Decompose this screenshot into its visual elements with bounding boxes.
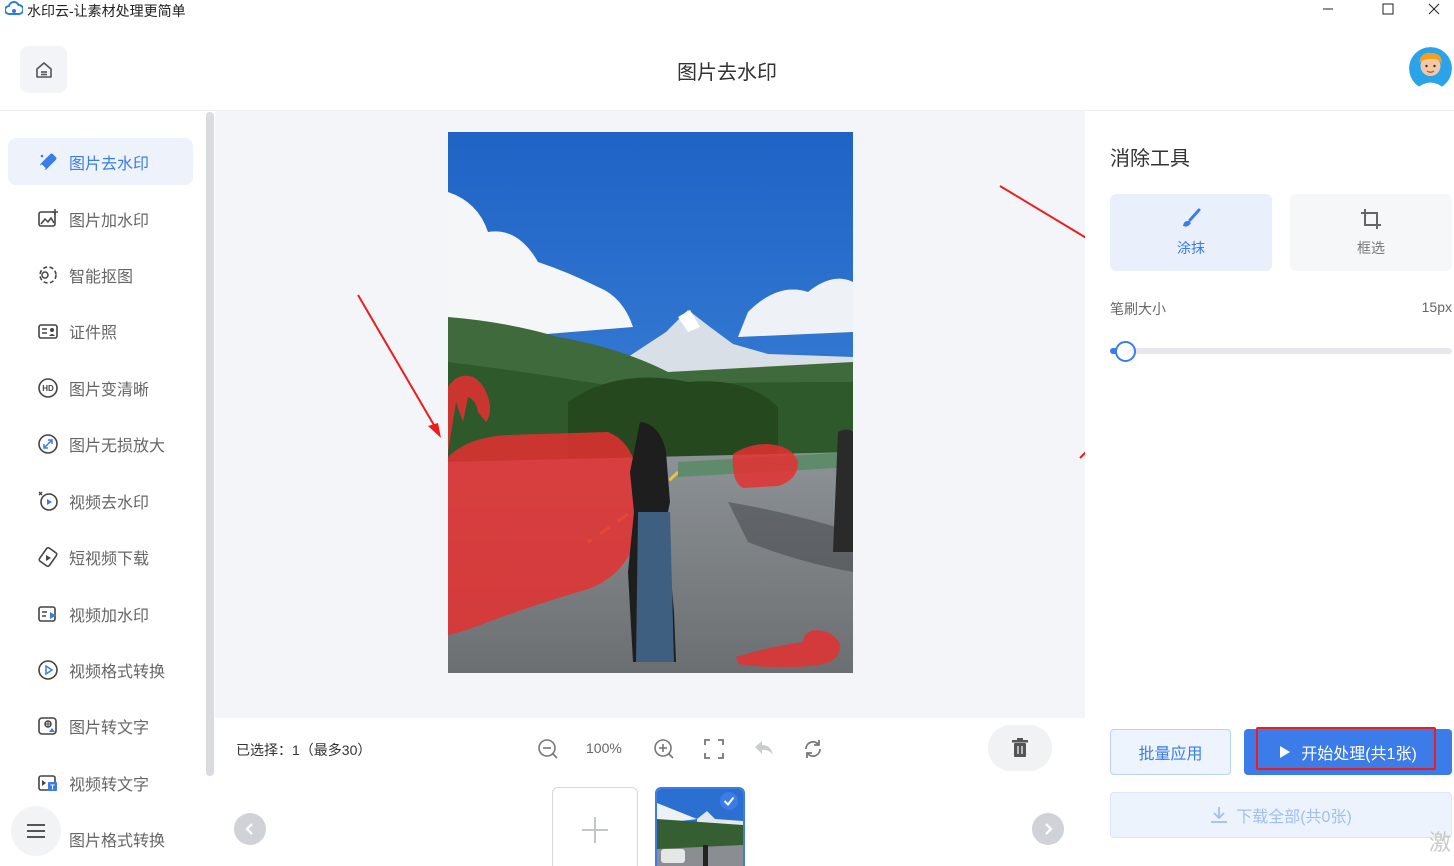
selection-count: 已选择：1（最多30） — [236, 742, 372, 758]
svg-text:HD: HD — [42, 384, 54, 393]
next-thumbnail-button[interactable] — [1032, 813, 1064, 845]
sidebar: 图片去水印 图片加水印 智能抠图 证件照 HD 图片变清晰 图片无损放大 视频去… — [0, 111, 215, 866]
tools-title: 消除工具 — [1110, 148, 1190, 170]
video-convert-icon — [36, 658, 60, 682]
sidebar-item-video-remove-watermark[interactable]: 视频去水印 — [8, 477, 193, 524]
sidebar-item-image-remove-watermark[interactable]: 图片去水印 — [8, 138, 193, 185]
zoom-level: 100% — [586, 740, 622, 756]
brush-size-label: 笔刷大小 — [1110, 301, 1166, 317]
brush-icon — [1180, 208, 1202, 230]
start-processing-label: 开始处理(共1张) — [1301, 746, 1417, 763]
sidebar-item-id-photo[interactable]: 证件照 — [8, 307, 193, 354]
window-title: 水印云-让素材处理更简单 — [27, 3, 186, 19]
box-select-tool-button[interactable]: 框选 — [1290, 194, 1452, 271]
trash-icon — [1011, 738, 1029, 758]
title-bar: 水印云-让素材处理更简单 — [0, 0, 1454, 20]
fit-screen-button[interactable] — [702, 737, 726, 761]
sidebar-item-image-enlarge[interactable]: 图片无损放大 — [8, 420, 193, 467]
chevron-right-icon — [1042, 823, 1054, 835]
sidebar-item-image-to-text[interactable]: 图片转文字 — [8, 702, 193, 749]
hd-icon: HD — [36, 376, 60, 400]
page-title: 图片去水印 — [677, 62, 777, 84]
sidebar-item-smart-cutout[interactable]: 智能抠图 — [8, 251, 193, 298]
close-button[interactable] — [1414, 0, 1454, 18]
eraser-icon — [36, 150, 60, 174]
cloud-logo-icon — [5, 1, 23, 17]
menu-button[interactable] — [11, 806, 61, 856]
crop-icon — [1360, 208, 1382, 230]
plus-icon — [580, 815, 610, 845]
edited-photo[interactable] — [448, 132, 853, 673]
thumbnail-strip — [215, 781, 1085, 866]
zoom-in-icon — [653, 738, 675, 760]
minimize-button[interactable] — [1308, 0, 1348, 18]
zoom-out-button[interactable] — [536, 737, 560, 761]
smear-tool-button[interactable]: 涂抹 — [1110, 194, 1272, 271]
brush-size-slider-handle[interactable] — [1115, 341, 1136, 362]
fullscreen-icon — [704, 739, 724, 759]
video-erase-icon — [36, 489, 60, 513]
image-add-icon — [36, 207, 60, 231]
play-icon — [1279, 745, 1291, 759]
cutout-icon — [36, 263, 60, 287]
sidebar-item-image-sharpen[interactable]: HD 图片变清晰 — [8, 364, 193, 411]
image-thumbnail[interactable] — [655, 787, 745, 866]
start-processing-button[interactable]: 开始处理(共1张) — [1244, 729, 1452, 775]
download-icon — [1210, 806, 1228, 824]
id-card-icon — [36, 319, 60, 343]
user-avatar[interactable] — [1409, 47, 1452, 90]
undo-button[interactable] — [752, 737, 776, 761]
image-text-icon — [36, 714, 60, 738]
enlarge-icon — [36, 432, 60, 456]
svg-text:T: T — [50, 784, 55, 791]
chevron-left-icon — [244, 823, 256, 835]
brush-size-value: 15px — [1421, 299, 1452, 315]
menu-icon — [26, 823, 46, 839]
undo-icon — [753, 738, 775, 760]
add-image-button[interactable] — [552, 787, 638, 866]
sidebar-scrollbar[interactable] — [206, 112, 214, 776]
reset-button[interactable] — [801, 737, 825, 761]
sidebar-item-video-add-watermark[interactable]: 视频加水印 — [8, 590, 193, 637]
prev-thumbnail-button[interactable] — [234, 813, 266, 845]
watermark-text: 激 — [1429, 830, 1452, 855]
refresh-icon — [802, 738, 824, 760]
check-icon — [720, 792, 738, 810]
download-all-label: 下载全部(共0张) — [1236, 809, 1352, 826]
download-all-button[interactable]: 下载全部(共0张) — [1110, 792, 1452, 838]
video-text-icon: T — [36, 771, 60, 795]
sidebar-item-video-format-convert[interactable]: 视频格式转换 — [8, 646, 193, 693]
video-add-icon — [36, 602, 60, 626]
download-video-icon — [36, 545, 60, 569]
app-header: 图片去水印 — [0, 20, 1454, 111]
zoom-in-button[interactable] — [652, 737, 676, 761]
batch-apply-button[interactable]: 批量应用 — [1110, 729, 1231, 775]
sidebar-item-short-video-download[interactable]: 短视频下载 — [8, 533, 193, 580]
brush-size-slider[interactable] — [1110, 348, 1452, 354]
maximize-button[interactable] — [1368, 0, 1408, 18]
delete-button[interactable] — [988, 725, 1052, 771]
sidebar-item-video-to-text[interactable]: T 视频转文字 — [8, 759, 193, 806]
sidebar-item-image-add-watermark[interactable]: 图片加水印 — [8, 195, 193, 242]
zoom-out-icon — [537, 738, 559, 760]
